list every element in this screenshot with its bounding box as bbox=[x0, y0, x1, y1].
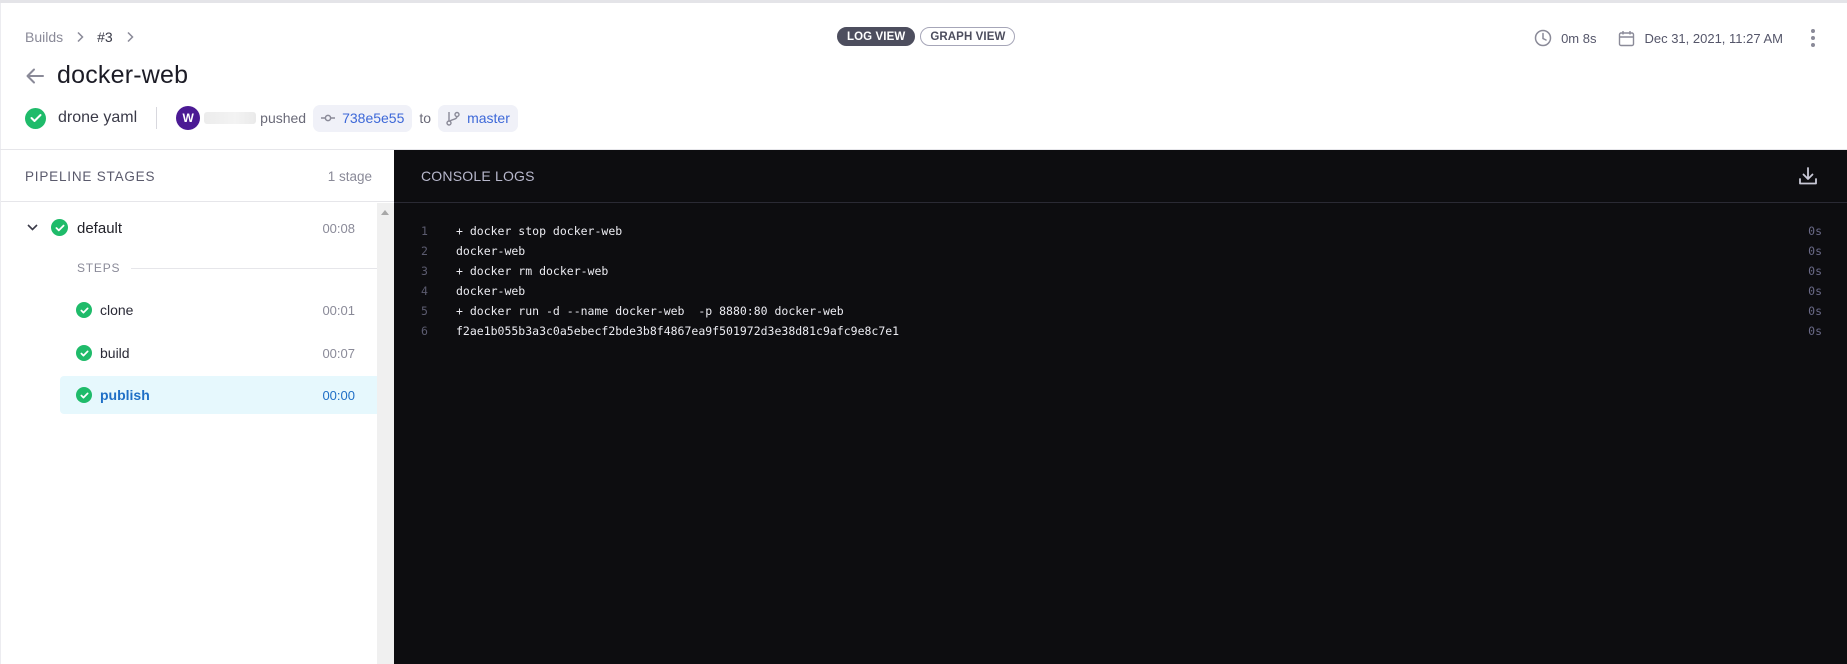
log-line: 4 docker-web 0s bbox=[394, 281, 1847, 301]
branch-link[interactable]: master bbox=[438, 104, 518, 132]
chevron-right-icon bbox=[76, 31, 84, 43]
breadcrumb-builds-link[interactable]: Builds bbox=[25, 29, 63, 45]
log-line: 1 + docker stop docker-web 0s bbox=[394, 221, 1847, 241]
tab-log-view[interactable]: LOG VIEW bbox=[837, 27, 916, 46]
step-duration: 00:00 bbox=[322, 388, 355, 403]
log-line: 2 docker-web 0s bbox=[394, 241, 1847, 261]
step-row-build[interactable]: build 00:07 bbox=[60, 334, 377, 372]
duration: 0m 8s bbox=[1534, 29, 1596, 47]
more-options-icon[interactable] bbox=[1811, 29, 1815, 47]
log-text: f2ae1b055b3a3c0a5ebecf2bde3b8f4867ea9f50… bbox=[456, 324, 900, 338]
build-header: Builds #3 docker-web drone yaml W pushed… bbox=[0, 3, 1847, 150]
date: Dec 31, 2021, 11:27 AM bbox=[1618, 30, 1783, 47]
line-number[interactable]: 1 bbox=[421, 224, 435, 238]
line-number[interactable]: 2 bbox=[421, 244, 435, 258]
success-check-icon bbox=[76, 345, 92, 361]
chevron-down-icon[interactable] bbox=[27, 224, 38, 231]
page-title: docker-web bbox=[57, 61, 189, 89]
log-time: 0s bbox=[1808, 284, 1822, 298]
to-label: to bbox=[419, 110, 432, 126]
scroll-up-arrow-icon[interactable] bbox=[381, 210, 389, 215]
build-message: drone yaml bbox=[58, 109, 138, 126]
log-time: 0s bbox=[1808, 304, 1822, 318]
commit-sha: 738e5e55 bbox=[342, 110, 405, 126]
log-time: 0s bbox=[1808, 224, 1822, 238]
success-check-icon bbox=[51, 219, 68, 236]
clock-icon bbox=[1534, 29, 1552, 47]
log-lines: 1 + docker stop docker-web 0s 2 docker-w… bbox=[394, 221, 1847, 341]
stage-count: 1 stage bbox=[327, 168, 372, 184]
action-label: pushed bbox=[260, 110, 307, 126]
commit-icon bbox=[321, 114, 336, 122]
branch-name: master bbox=[467, 110, 510, 126]
pipeline-stages-panel: PIPELINE STAGES 1 stage default 00:08 ST… bbox=[1, 151, 394, 664]
author-name-redacted bbox=[204, 112, 257, 124]
log-text: + docker rm docker-web bbox=[456, 264, 609, 278]
duration-value: 0m 8s bbox=[1561, 30, 1597, 46]
divider bbox=[131, 268, 377, 269]
step-row-clone[interactable]: clone 00:01 bbox=[60, 291, 377, 329]
breadcrumb: Builds #3 bbox=[25, 29, 147, 45]
log-line: 5 + docker run -d --name docker-web -p 8… bbox=[394, 301, 1847, 321]
stage-name: default bbox=[77, 220, 123, 237]
date-value: Dec 31, 2021, 11:27 AM bbox=[1644, 30, 1783, 46]
pipeline-stages-header: PIPELINE STAGES 1 stage bbox=[1, 151, 394, 202]
line-number[interactable]: 3 bbox=[421, 264, 435, 278]
log-time: 0s bbox=[1808, 244, 1822, 258]
step-duration: 00:01 bbox=[322, 303, 355, 318]
step-name: build bbox=[100, 345, 130, 361]
line-number[interactable]: 5 bbox=[421, 304, 435, 318]
log-line: 6 f2ae1b055b3a3c0a5ebecf2bde3b8f4867ea9f… bbox=[394, 321, 1847, 341]
line-number[interactable]: 4 bbox=[421, 284, 435, 298]
step-row-publish[interactable]: publish 00:00 bbox=[60, 376, 377, 414]
log-text: docker-web bbox=[456, 244, 526, 258]
console-logs-panel: CONSOLE LOGS 1 + docker stop docker-web … bbox=[394, 150, 1847, 664]
stage-row-default[interactable]: default 00:08 bbox=[1, 214, 377, 244]
divider bbox=[156, 107, 158, 129]
chevron-right-icon bbox=[126, 31, 134, 43]
sidebar-scrollbar[interactable] bbox=[377, 203, 394, 664]
avatar: W bbox=[176, 106, 201, 130]
download-icon[interactable] bbox=[1798, 166, 1818, 186]
log-text: + docker stop docker-web bbox=[456, 224, 623, 238]
log-time: 0s bbox=[1808, 264, 1822, 278]
title-row: docker-web bbox=[25, 61, 188, 90]
build-info: 0m 8s Dec 31, 2021, 11:27 AM bbox=[1534, 27, 1847, 49]
line-number[interactable]: 6 bbox=[421, 324, 435, 338]
console-logs-header: CONSOLE LOGS bbox=[394, 150, 1847, 203]
success-check-icon bbox=[76, 302, 92, 318]
log-line: 3 + docker rm docker-web 0s bbox=[394, 261, 1847, 281]
stage-list: default 00:08 STEPS clone 00:01 build 00… bbox=[1, 203, 377, 664]
steps-label: STEPS bbox=[77, 261, 121, 275]
view-toggle: LOG VIEW GRAPH VIEW bbox=[837, 27, 1016, 46]
log-time: 0s bbox=[1808, 324, 1822, 338]
console-logs-title: CONSOLE LOGS bbox=[421, 168, 535, 184]
calendar-icon bbox=[1619, 30, 1635, 46]
step-duration: 00:07 bbox=[322, 346, 355, 361]
arrow-left-icon[interactable] bbox=[25, 66, 45, 86]
success-check-icon bbox=[76, 387, 92, 403]
success-check-icon bbox=[25, 107, 46, 129]
stage-duration: 00:08 bbox=[322, 221, 355, 236]
tab-graph-view[interactable]: GRAPH VIEW bbox=[920, 27, 1016, 46]
log-text: docker-web bbox=[456, 284, 526, 298]
step-name: clone bbox=[100, 302, 134, 318]
branch-icon bbox=[446, 111, 460, 126]
step-name: publish bbox=[100, 387, 150, 403]
commit-link[interactable]: 738e5e55 bbox=[313, 104, 413, 132]
log-text: + docker run -d --name docker-web -p 888… bbox=[456, 304, 844, 318]
breadcrumb-build-number[interactable]: #3 bbox=[97, 29, 113, 45]
pipeline-stages-title: PIPELINE STAGES bbox=[25, 168, 156, 184]
build-meta: drone yaml W pushed 738e5e55 to master bbox=[25, 103, 518, 133]
